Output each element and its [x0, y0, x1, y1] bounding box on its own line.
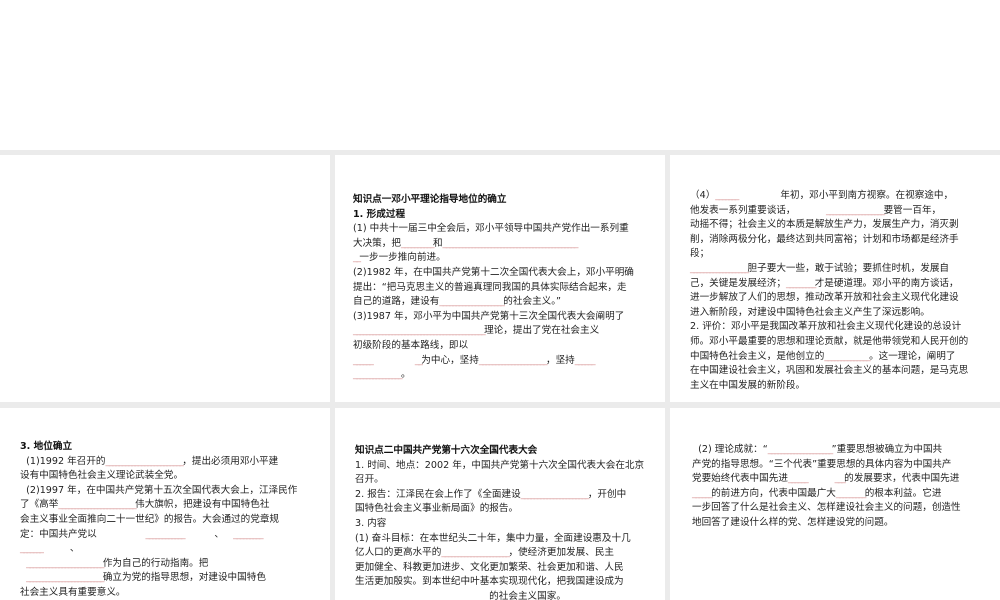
text-line: 动摇不得；社会主义的本质是解放生产力，发展生产力，消灭剥: [690, 219, 959, 231]
answer-blank: __: [414, 354, 423, 366]
text-line: 初级阶段的基本路线，即以: [353, 339, 469, 351]
text-line: ________________________确立为党的指导思想，对建设中国特…: [26, 572, 266, 584]
text-line: 国特色社会主义事业新局面》的报告。: [355, 503, 519, 515]
answer-blank: ________________________: [58, 499, 136, 511]
answer-blank: ________________________: [26, 557, 104, 569]
text-line: 地回答了建设什么样的党、怎样建设党的问题。: [692, 516, 894, 528]
slide-thumbnail-5[interactable]: 知识点二中国共产党第十六次全国代表大会 1. 时间、地点：2002 年，中国共产党…: [335, 408, 665, 600]
answer-blank: ______: [692, 487, 713, 499]
answer-blank: ________________________________________…: [442, 237, 579, 249]
slide-thumbnail-4[interactable]: 3. 地位确立 (1)1992 年召开的____________________…: [0, 408, 330, 600]
text-line: (3)1987 年，邓小平为中国共产党第十三次全国代表大会阐明了: [353, 310, 625, 322]
text-line: 3. 内容: [355, 517, 387, 529]
answer-blank: ______: [787, 473, 809, 485]
text-line: (1) 奋斗目标：在本世纪头二十年，集中力量，全面建设惠及十几: [355, 532, 631, 544]
text-line: 知识点一邓小平理论指导地位的确立: [353, 194, 507, 205]
text-line: 削，消除两极分化，最终达到共同富裕；计划和市场都是经济手: [690, 233, 959, 245]
text-line: (2)1982 年，在中国共产党第十二次全国代表大会上，邓小平明确: [353, 266, 634, 278]
text-line: 了《高举________________________伟大旗帜，把建设有中国特…: [20, 499, 270, 511]
text-line: 生活更加殷实。到本世纪中叶基本实现现代化，把我国建设成为: [355, 576, 624, 588]
text-line: ______的前进方向，代表中国最广大_________的根本利益。它进: [692, 487, 942, 499]
empty-top-area: [0, 0, 1000, 150]
text-line: 段；: [690, 248, 710, 260]
answer-blank: ____________: [145, 528, 186, 540]
answer-blank: ___: [834, 473, 846, 485]
text-line: 会主义事业全面推向二十一世纪》的报告。大会通过的党章规: [20, 513, 280, 525]
text-line: (2)1997 年，在中国共产党第十五次全国代表大会上，江泽民作: [20, 484, 298, 496]
text-line: 的社会主义国家。: [355, 590, 566, 600]
text-line: 进一步解放了人们的思想，推动改革开放和社会主义现代化建设: [690, 292, 959, 304]
slide-text: 知识点一邓小平理论指导地位的确立 1. 形成过程 (1) 中共十一届三中全会后，邓小…: [353, 193, 634, 383]
answer-blank: _____________________: [478, 354, 548, 366]
text-line: 一步回答了什么是社会主义、怎样建设社会主义的问题，创造性: [692, 502, 961, 514]
answer-blank: _______: [715, 190, 739, 201]
answer-blank: ______________: [824, 350, 870, 362]
answer-blank: __________: [400, 237, 435, 249]
text-line: 社会主义具有重要意义。: [20, 586, 126, 598]
text-line: 产党的指导思想。“三个代表”重要思想的具体内容为中国共产: [692, 458, 952, 470]
answer-blank: __________________: [690, 262, 749, 274]
text-line: 他发表一系列重要谈话， __________________要管一百年，: [690, 204, 942, 216]
answer-blank: _________: [233, 528, 263, 540]
text-line: __一步一步推向前进。: [353, 252, 446, 264]
text-line: 1. 时间、地点：2002 年，中国共产党第十六次全国代表大会在北京: [355, 459, 645, 471]
answer-blank: _____________________: [441, 547, 510, 559]
text-line: （4）_______ 年初，邓小平到南方视察。在视察途中，: [690, 190, 954, 201]
text-line: (2) 理论成就：“____________________”重要思想被确立为中…: [692, 444, 943, 455]
text-line: _______ 、: [20, 543, 80, 555]
text-line: 亿人口的更高水平的_____________________，使经济更加发展、民…: [355, 547, 615, 559]
text-line: 在中国建设社会主义，巩固和发展社会主义的基本问题，是马克思: [690, 365, 969, 377]
text-line: ______ __为中心，坚持_____________________，坚持_…: [353, 354, 596, 366]
answer-blank: ______: [353, 354, 374, 366]
slide-text: 3. 地位确立 (1)1992 年召开的____________________…: [20, 440, 297, 600]
answer-blank: ________________________: [26, 572, 104, 584]
text-line: 设有中国特色社会主义理论武装全党。: [20, 470, 184, 482]
slide-text: （4）_______ 年初，邓小平到南方视察。在视察途中， 他发表一系列重要谈话，…: [690, 189, 968, 393]
text-line: 师。邓小平最重要的思想和理论贡献，就是他带领党和人民开创的: [690, 335, 969, 347]
text-line: 自己的道路，建设有____________________的社会主义。”: [353, 296, 562, 308]
answer-blank: _______: [20, 543, 44, 555]
answer-blank: _________: [835, 487, 866, 499]
text-line: 党要始终代表中国先进______ ___的发展要求，代表中国先进: [692, 473, 960, 485]
answer-blank: ________________________: [105, 455, 184, 467]
answer-blank: ______: [574, 354, 596, 366]
text-line: 召开。: [355, 474, 384, 486]
answer-blank: _______________: [353, 369, 403, 381]
answer-blank: __: [353, 252, 361, 264]
text-line: 更加健全、科教更加进步、文化更加繁荣、社会更加和谐、人民: [355, 561, 624, 573]
text-line: 2. 评价：邓小平是我国改革开放和社会主义现代化建设的总设计: [690, 321, 962, 333]
answer-blank: _____________________: [520, 488, 590, 500]
text-line: 1. 形成过程: [353, 208, 406, 220]
text-line: 3. 地位确立: [20, 441, 73, 452]
answer-blank: __________________: [826, 204, 885, 216]
slide-text: 知识点二中国共产党第十六次全国代表大会 1. 时间、地点：2002 年，中国共产党…: [355, 444, 644, 600]
text-line: _______________。: [353, 369, 411, 381]
slide-thumbnail-1[interactable]: [0, 155, 330, 402]
text-line: 大决策，把__________和________________________…: [353, 237, 579, 249]
text-line: ________________________________________…: [353, 325, 600, 337]
text-line: 中国特色社会主义，是他创立的______________。这一理论，阐明了: [690, 350, 956, 362]
text-line: 己，关键是发展经济；_________才是硬道理。邓小平的南方谈话，: [690, 277, 959, 289]
text-line: (1) 中共十一届三中全会后，邓小平领导中国共产党作出一系列重: [353, 223, 629, 235]
slide-text: (2) 理论成就：“____________________”重要思想被确立为中…: [692, 443, 961, 531]
text-line: __________________胆子要大一些，敢于试验；要抓住时机，发展自: [690, 262, 950, 274]
slide-thumbnail-2[interactable]: 知识点一邓小平理论指导地位的确立 1. 形成过程 (1) 中共十一届三中全会后，邓小…: [335, 155, 665, 402]
text-line: 主义在中国发展的新阶段。: [690, 379, 806, 391]
text-line: (1)1992 年召开的________________________，提出必…: [20, 455, 279, 467]
text-line: 提出：“把马克思主义的普遍真理同我国的具体实际结合起来，走: [353, 281, 627, 293]
text-line: 2. 报告：江泽民在会上作了《全面建设_____________________…: [355, 488, 627, 500]
slide-thumbnail-3[interactable]: （4）_______ 年初，邓小平到南方视察。在视察途中， 他发表一系列重要谈话，…: [670, 155, 1000, 402]
answer-blank: ____________________: [767, 444, 834, 455]
answer-blank: _________: [785, 277, 816, 289]
text-line: 定：中国共产党以 ____________ 、 _________: [20, 528, 264, 540]
answer-blank: ____________________: [439, 296, 505, 308]
answer-blank: ________________________________________…: [353, 325, 486, 337]
text-line: 知识点二中国共产党第十六次全国代表大会: [355, 445, 538, 456]
text-line: 进入新阶段，对建设中国特色社会主义产生了深远影响。: [690, 306, 930, 318]
slide-thumbnail-6[interactable]: (2) 理论成就：“____________________”重要思想被确立为中…: [670, 408, 1000, 600]
text-line: ________________________作为自己的行动指南。把: [26, 557, 209, 569]
